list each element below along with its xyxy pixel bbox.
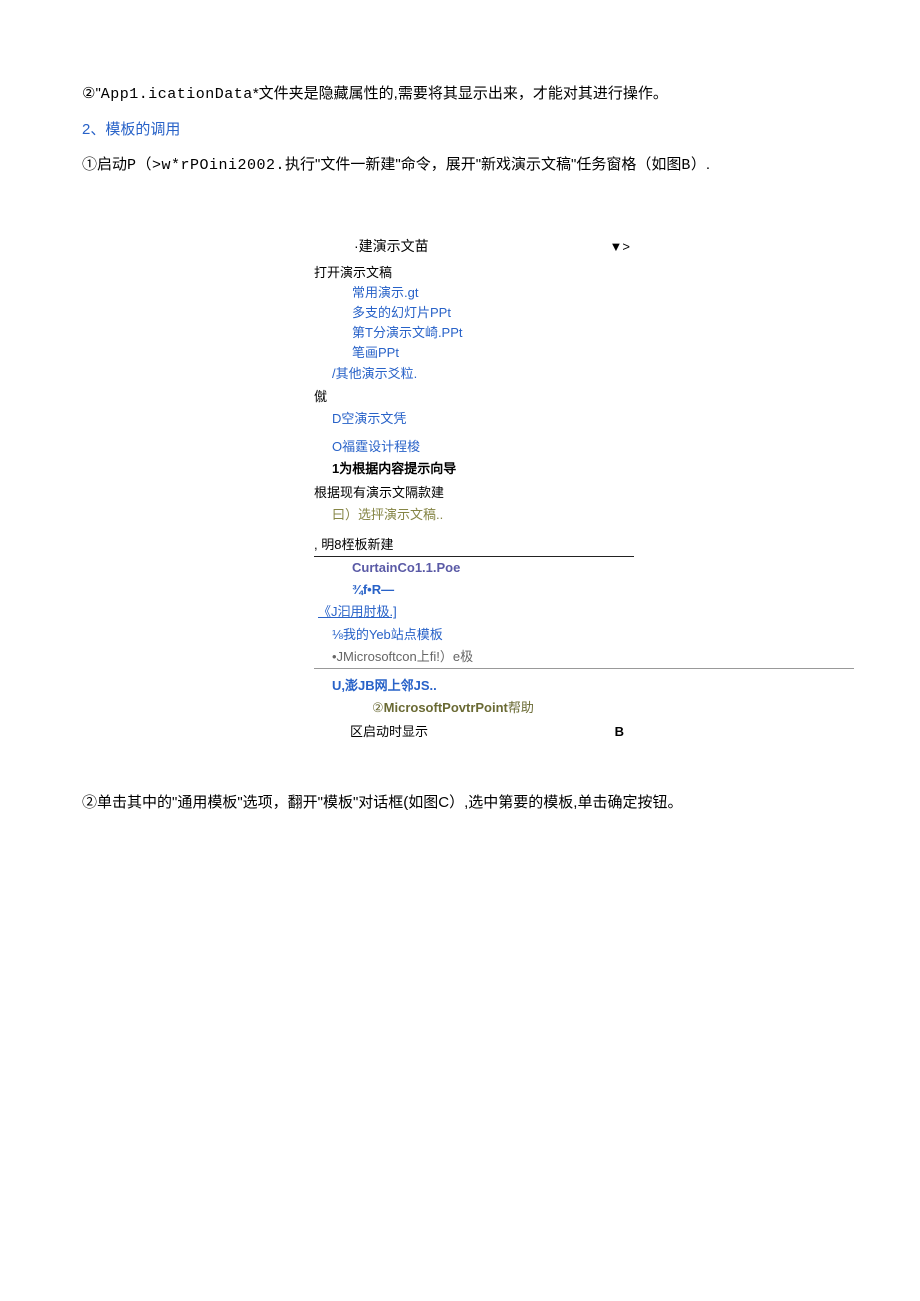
task-pane-dropdown-icon: ▼> — [610, 236, 630, 258]
blank-presentation-label: D空演示文凭 — [332, 411, 406, 426]
tmpl-ref[interactable]: ¾f•R— — [314, 579, 634, 601]
figure-label-b: B — [615, 721, 624, 743]
design-template-label: O福霆设计程梭 — [332, 439, 420, 454]
paragraph-2: ①启动P（>w*rPOini2002.执行"文件一新建"命令，展开"新戏演示文稿… — [82, 151, 838, 179]
network-link[interactable]: U,澎JB网上邻JS.. — [314, 675, 634, 697]
ms-help-prefix: ② — [372, 700, 384, 715]
open-other[interactable]: /其他演示爻粒. — [314, 364, 634, 384]
paragraph-3: ②单击其中的"通用模板"选项，翻开"模板"对话框(如图C）,选中第要的模板,单击… — [82, 789, 838, 816]
open-section-title: 打开演示文稿 — [314, 263, 634, 283]
template-title-row: , 明8桎板新建 — [314, 534, 634, 557]
tmpl-mysite[interactable]: ⅛我的Yeb站点模板 — [314, 624, 634, 646]
startup-show-row: 区启动时显示 B — [314, 719, 634, 745]
p2-mono1: P（>w*rPOini2002. — [127, 157, 285, 174]
help-section: U,澎JB网上邻JS.. ②MicrosoftPovtrPoint帮助 区启动时… — [314, 675, 634, 745]
new-section: 僦 D空演示文凭 O福霆设计程梭 1为根据内容提示向导 — [314, 386, 634, 480]
recent-file-2[interactable]: 多支的幻灯片PPt — [314, 303, 634, 323]
recent-file-4-label: 笔画PPt — [352, 345, 399, 360]
p2-c: ）. — [691, 156, 710, 173]
choose-presentation[interactable]: 曰）选抨演示文稿.. — [314, 504, 634, 526]
from-existing-title: 根据现有演示文隔款建 — [314, 482, 634, 504]
open-section: 打开演示文稿 常用演示.gt 多支的幻灯片PPt 第T分演示文崎.PPt 笔画P… — [314, 263, 634, 384]
recent-file-3[interactable]: 第T分演示文崎.PPt — [314, 323, 634, 343]
blank-presentation[interactable]: D空演示文凭 — [314, 408, 634, 430]
p1-suffix: *文件夹是隐藏属性的,需要将其显示出来，才能对其进行操作。 — [253, 85, 668, 102]
tmpl-mysite-label: ⅛我的Yeb站点模板 — [332, 627, 443, 642]
startup-show-label: 区启动时显示 — [350, 721, 428, 743]
spacer-2 — [82, 745, 838, 789]
tmpl-mscon-label: •JMicrosoftcon上fi!）e极 — [332, 649, 473, 664]
heading-template-call: 2、模板的调用 — [82, 116, 838, 143]
task-pane-title: ·建演示文苗 — [354, 235, 429, 259]
open-other-label: /其他演示爻粒. — [332, 366, 417, 381]
choose-presentation-label: 曰）选抨演示文稿.. — [332, 507, 443, 522]
design-template[interactable]: O福霆设计程梭 — [314, 436, 634, 458]
p1-prefix: ②" — [82, 85, 101, 102]
content-wizard[interactable]: 1为根据内容提示向导 — [314, 458, 634, 480]
recent-file-3-label: 第T分演示文崎.PPt — [352, 325, 463, 340]
p2-mono2: B — [681, 157, 691, 174]
p2-a: ①启动 — [82, 156, 127, 173]
ms-help-main: MicrosoftPovtrPoint — [384, 700, 508, 715]
recent-file-2-label: 多支的幻灯片PPt — [352, 305, 451, 320]
p2-b: 执行"文件一新建"命令，展开"新戏演示文稿"任务窗格（如图 — [285, 156, 681, 173]
tmpl-general-label: 《J汩用肘极.] — [318, 604, 397, 619]
tmpl-general[interactable]: 《J汩用肘极.] — [314, 601, 634, 623]
task-pane-figure: ·建演示文苗 ▼> 打开演示文稿 常用演示.gt 多支的幻灯片PPt 第T分演示… — [314, 233, 634, 745]
recent-file-4[interactable]: 笔画PPt — [314, 343, 634, 363]
from-existing-section: 根据现有演示文隔款建 曰）选抨演示文稿.. — [314, 482, 634, 526]
recent-file-1-label: 常用演示.gt — [352, 285, 418, 300]
spacer — [82, 187, 838, 233]
new-section-title: 僦 — [314, 386, 634, 408]
ms-help-suffix: 帮助 — [508, 700, 534, 715]
template-title: , 明8桎板新建 — [314, 534, 634, 557]
ms-help[interactable]: ②MicrosoftPovtrPoint帮助 — [314, 697, 634, 719]
p1-mono: App1.icationData — [101, 86, 253, 103]
recent-file-1[interactable]: 常用演示.gt — [314, 283, 634, 303]
tmpl-curtain[interactable]: CurtainCo1.1.Poe — [314, 557, 634, 579]
paragraph-1: ②"App1.icationData*文件夹是隐藏属性的,需要将其显示出来，才能… — [82, 80, 838, 108]
task-pane-header: ·建演示文苗 ▼> — [314, 233, 634, 261]
content-wizard-label: 1为根据内容提示向导 — [332, 461, 456, 476]
tmpl-ref-label: ¾f•R— — [352, 582, 394, 597]
tmpl-curtain-label: CurtainCo1.1.Poe — [352, 560, 460, 575]
new-from-template-section: , 明8桎板新建 CurtainCo1.1.Poe ¾f•R— 《J汩用肘极.]… — [314, 534, 634, 669]
tmpl-mscon[interactable]: •JMicrosoftcon上fi!）e极 — [314, 646, 854, 669]
document-page: ②"App1.icationData*文件夹是隐藏属性的,需要将其显示出来，才能… — [0, 0, 920, 884]
network-link-label: U,澎JB网上邻JS.. — [332, 678, 437, 693]
tmpl-mscon-row: •JMicrosoftcon上fi!）e极 — [314, 646, 634, 669]
